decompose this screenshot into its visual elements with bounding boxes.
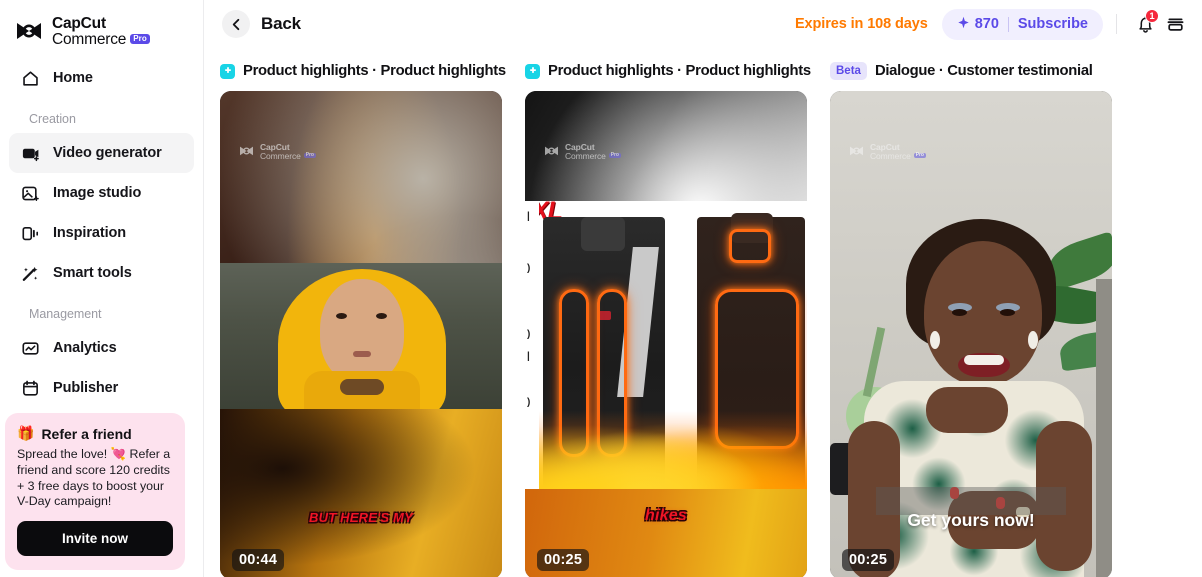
notifications-button[interactable]: 1 xyxy=(1130,9,1160,39)
video-caption-text: BUT HERE'S MY xyxy=(309,510,413,525)
sidebar-nav: Home Creation Video generator Image stud… xyxy=(0,58,203,408)
credits-value: 870 xyxy=(974,16,999,32)
app-root: CapCut Commerce Pro Home Creation Video … xyxy=(0,0,1202,577)
sparkle-icon xyxy=(957,16,970,33)
video-card[interactable]: Beta Dialogue · Customer testimonial Cap… xyxy=(830,58,1112,577)
topbar-right-group: Expires in 108 days 870 Subscribe 1 xyxy=(794,8,1190,40)
video-caption-text: hikes xyxy=(645,507,687,524)
refer-card-title-row: 🎁 Refer a friend xyxy=(17,425,173,442)
credits-subscribe-pill[interactable]: 870 Subscribe xyxy=(941,8,1103,40)
brand-name-line2: Commerce Pro xyxy=(52,32,150,48)
plus-square-icon xyxy=(525,63,540,79)
video-thumbnail[interactable]: CapCut Commerce Pro Get yours now! 00:25 xyxy=(830,91,1112,577)
stack-icon xyxy=(1167,17,1183,31)
sidebar-item-smart-tools[interactable]: Smart tools xyxy=(9,253,194,293)
sidebar-item-publisher-label: Publisher xyxy=(53,380,119,396)
video-generator-icon xyxy=(20,143,40,163)
home-icon xyxy=(20,68,40,88)
sidebar-item-home-label: Home xyxy=(53,70,93,86)
beta-badge: Beta xyxy=(830,61,867,81)
sidebar-item-analytics[interactable]: Analytics xyxy=(9,328,194,368)
main-content: Back Expires in 108 days 870 Subscribe 1… xyxy=(204,0,1202,577)
video-duration-badge: 00:25 xyxy=(842,549,895,571)
video-card-header: Beta Dialogue · Customer testimonial xyxy=(830,58,1112,84)
expires-label: Expires in 108 days xyxy=(794,16,928,32)
sidebar-item-video-generator[interactable]: Video generator xyxy=(9,133,194,173)
video-card[interactable]: Product highlights · Product highlights … xyxy=(525,58,811,577)
inspiration-icon xyxy=(20,223,40,243)
image-studio-icon xyxy=(20,183,40,203)
video-caption: Get yours now! xyxy=(830,510,1112,531)
sidebar: CapCut Commerce Pro Home Creation Video … xyxy=(0,0,204,577)
invite-now-button[interactable]: Invite now xyxy=(17,521,173,556)
refer-a-friend-card: 🎁 Refer a friend Spread the love! 💘 Refe… xyxy=(5,413,185,570)
sidebar-group-management-title: Management xyxy=(29,307,102,321)
analytics-icon xyxy=(20,338,40,358)
video-card-header: Product highlights · Product highlights xyxy=(525,58,811,84)
credits-group[interactable]: 870 xyxy=(957,16,999,33)
video-cards-row: Product highlights · Product highlights xyxy=(204,48,1202,577)
thumbnail-core-frame xyxy=(220,263,502,409)
sidebar-item-publisher[interactable]: Publisher xyxy=(9,368,194,408)
sidebar-group-creation-title: Creation xyxy=(29,112,76,126)
refer-card-title: Refer a friend xyxy=(41,425,132,442)
sidebar-item-inspiration-label: Inspiration xyxy=(53,225,127,241)
capcut-logo-icon xyxy=(17,23,41,39)
workspace-switcher-button[interactable] xyxy=(1160,9,1190,39)
sidebar-item-inspiration[interactable]: Inspiration xyxy=(9,213,194,253)
publisher-icon xyxy=(20,378,40,398)
flame-overlay xyxy=(525,411,807,489)
video-thumbnail[interactable]: CapCut Commerce Pro BUT HERE'S MY 00:44 xyxy=(220,91,502,577)
sidebar-item-video-generator-label: Video generator xyxy=(53,145,162,161)
brand-logo-block[interactable]: CapCut Commerce Pro xyxy=(0,0,203,52)
video-thumbnail[interactable]: 5XL ))) || xyxy=(525,91,807,577)
refer-card-body: Spread the love! 💘 Refer a friend and sc… xyxy=(17,447,171,509)
sidebar-item-image-studio[interactable]: Image studio xyxy=(9,173,194,213)
video-caption: BUT HERE'S MY xyxy=(220,509,502,527)
video-card-header: Product highlights · Product highlights xyxy=(220,58,506,84)
plus-square-icon xyxy=(220,63,235,79)
video-card-title: Product highlights · Product highlights xyxy=(243,63,506,79)
thumbnail-core-frame: 5XL ))) || xyxy=(525,201,807,489)
topbar: Back Expires in 108 days 870 Subscribe 1 xyxy=(204,0,1202,48)
pill-divider xyxy=(1007,16,1009,32)
video-card-title: Product highlights · Product highlights xyxy=(548,63,811,79)
sidebar-item-smart-tools-label: Smart tools xyxy=(53,265,132,281)
gift-icon: 🎁 xyxy=(17,425,35,441)
subscribe-button[interactable]: Subscribe xyxy=(1018,16,1088,32)
sidebar-item-home[interactable]: Home xyxy=(9,58,194,98)
back-button[interactable]: Back xyxy=(222,10,301,38)
video-caption-text: Get yours now! xyxy=(907,510,1035,530)
sidebar-item-image-studio-label: Image studio xyxy=(53,185,142,201)
back-label: Back xyxy=(261,14,301,33)
frame-left-strip: ))) | | xyxy=(525,201,539,489)
chevron-left-icon xyxy=(222,10,250,38)
smart-tools-icon xyxy=(20,263,40,283)
video-card-title: Dialogue · Customer testimonial xyxy=(874,63,1093,79)
video-duration-badge: 00:44 xyxy=(232,549,285,571)
pro-badge: Pro xyxy=(130,33,150,45)
notification-count-badge: 1 xyxy=(1145,9,1159,23)
sidebar-item-analytics-label: Analytics xyxy=(53,340,117,356)
topbar-divider xyxy=(1116,14,1117,34)
video-caption: hikes xyxy=(525,507,807,525)
video-card[interactable]: Product highlights · Product highlights xyxy=(220,58,506,577)
video-duration-badge: 00:25 xyxy=(537,549,590,571)
brand-commerce-text: Commerce xyxy=(52,31,127,48)
brand-name-line1: CapCut xyxy=(52,15,106,33)
